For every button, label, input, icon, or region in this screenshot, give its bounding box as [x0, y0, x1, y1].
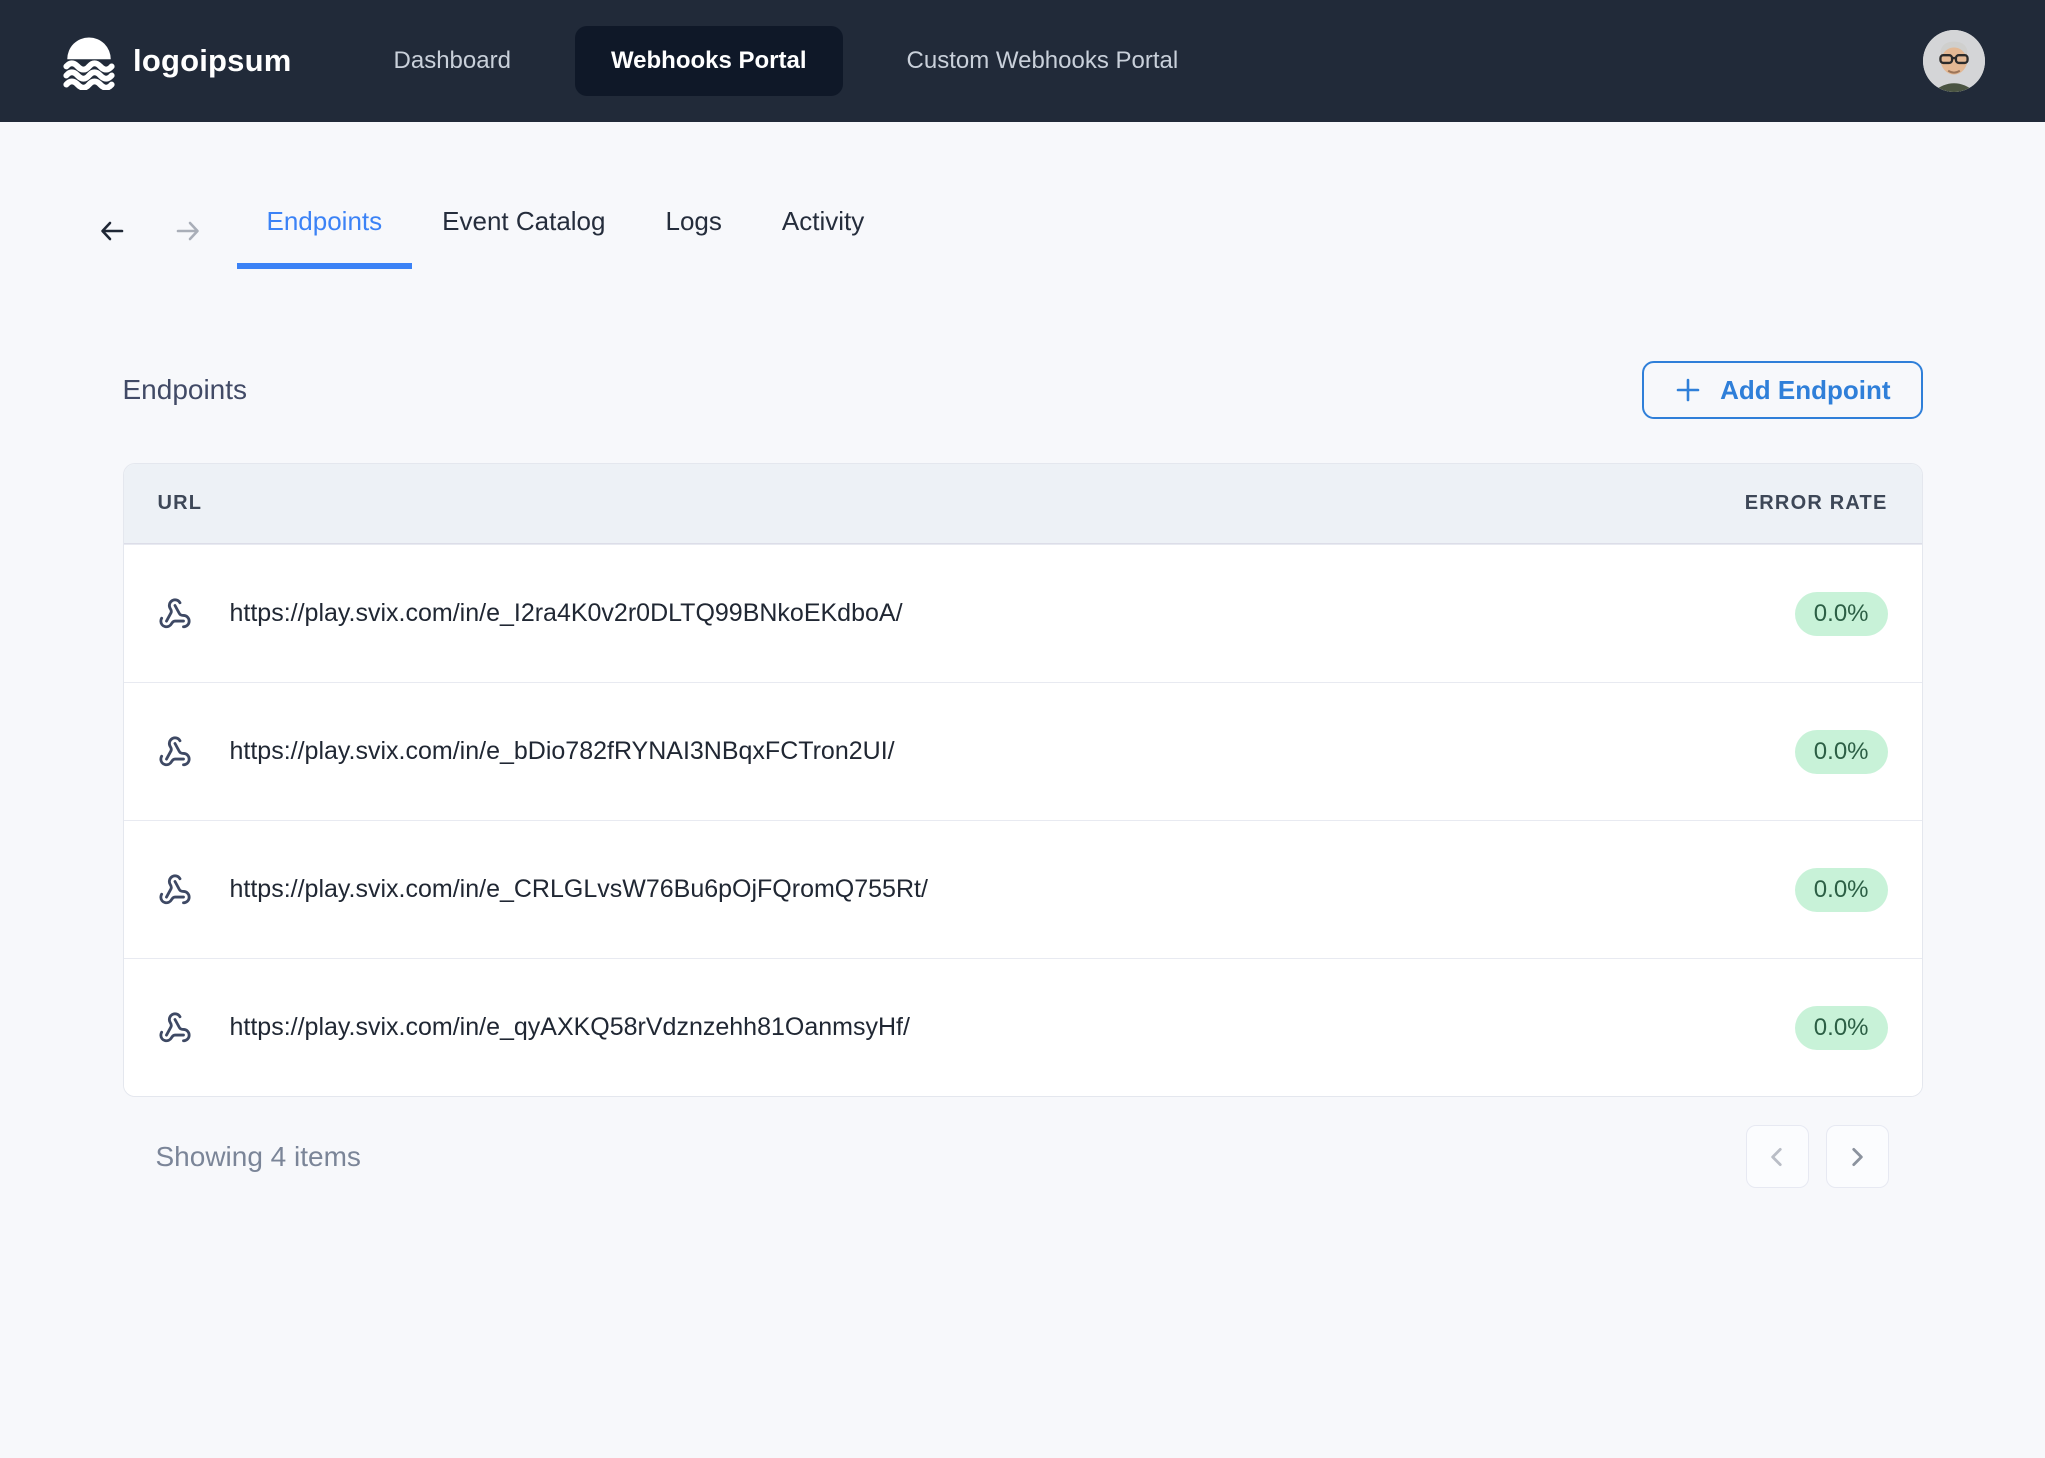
- items-count-summary: Showing 4 items: [156, 1141, 361, 1173]
- webhook-icon: [158, 735, 192, 769]
- endpoint-row[interactable]: https://play.svix.com/in/e_CRLGLvsW76Bu6…: [124, 820, 1922, 958]
- chevron-right-icon: [1844, 1144, 1870, 1170]
- column-header-url: URL: [158, 492, 203, 515]
- error-rate-badge: 0.0%: [1795, 730, 1888, 774]
- error-rate-badge: 0.0%: [1795, 1006, 1888, 1050]
- plus-icon: [1674, 376, 1702, 404]
- error-rate-badge: 0.0%: [1795, 868, 1888, 912]
- history-forward-button[interactable]: [173, 216, 203, 246]
- add-endpoint-button[interactable]: Add Endpoint: [1642, 361, 1922, 419]
- webhooks-portal-screen: logoipsum Dashboard Webhooks Portal Cust…: [0, 0, 2045, 1458]
- nav-item-dashboard[interactable]: Dashboard: [394, 47, 511, 75]
- arrow-left-icon: [97, 216, 127, 246]
- webhook-icon: [158, 873, 192, 907]
- main-content: Endpoints Event Catalog Logs Activity En…: [123, 192, 1923, 1188]
- endpoint-url: https://play.svix.com/in/e_CRLGLvsW76Bu6…: [230, 875, 928, 904]
- endpoint-row[interactable]: https://play.svix.com/in/e_bDio782fRYNAI…: [124, 682, 1922, 820]
- tab-endpoints[interactable]: Endpoints: [237, 192, 413, 269]
- tab-logs[interactable]: Logs: [635, 192, 751, 269]
- previous-page-button[interactable]: [1746, 1125, 1809, 1188]
- list-footer: Showing 4 items: [123, 1125, 1923, 1188]
- column-header-error-rate: ERROR RATE: [1745, 492, 1888, 515]
- webhook-icon: [158, 597, 192, 631]
- top-navbar: logoipsum Dashboard Webhooks Portal Cust…: [0, 0, 2045, 122]
- nav-item-webhooks-portal[interactable]: Webhooks Portal: [575, 26, 843, 96]
- arrow-right-icon: [173, 216, 203, 246]
- page-title: Endpoints: [123, 374, 248, 406]
- logo-text: logoipsum: [133, 43, 292, 79]
- navbar-menu: Dashboard Webhooks Portal Custom Webhook…: [394, 26, 1179, 96]
- avatar-image: [1923, 30, 1985, 92]
- history-back-button[interactable]: [97, 216, 127, 246]
- logoipsum-wave-logo-icon: [60, 32, 118, 90]
- section-header: Endpoints Add Endpoint: [123, 361, 1923, 419]
- nav-item-custom-webhooks-portal[interactable]: Custom Webhooks Portal: [907, 47, 1179, 75]
- tab-event-catalog[interactable]: Event Catalog: [412, 192, 635, 269]
- endpoint-url: https://play.svix.com/in/e_bDio782fRYNAI…: [230, 737, 895, 766]
- webhook-icon: [158, 1011, 192, 1045]
- next-page-button[interactable]: [1826, 1125, 1889, 1188]
- tab-activity[interactable]: Activity: [752, 192, 894, 269]
- portal-tabbar: Endpoints Event Catalog Logs Activity: [97, 192, 1923, 269]
- endpoint-row[interactable]: https://play.svix.com/in/e_qyAXKQ58rVdzn…: [124, 958, 1922, 1096]
- logo[interactable]: logoipsum: [60, 32, 292, 90]
- chevron-left-icon: [1764, 1144, 1790, 1170]
- endpoint-url: https://play.svix.com/in/e_I2ra4K0v2r0DL…: [230, 599, 903, 628]
- error-rate-badge: 0.0%: [1795, 592, 1888, 636]
- pagination: [1746, 1125, 1889, 1188]
- endpoint-url: https://play.svix.com/in/e_qyAXKQ58rVdzn…: [230, 1013, 910, 1042]
- add-endpoint-label: Add Endpoint: [1720, 375, 1890, 406]
- table-header-row: URL ERROR RATE: [124, 464, 1922, 544]
- user-avatar[interactable]: [1923, 30, 1985, 92]
- endpoint-row[interactable]: https://play.svix.com/in/e_I2ra4K0v2r0DL…: [124, 544, 1922, 682]
- endpoints-table: URL ERROR RATE https://play.svix.com/in/…: [123, 463, 1923, 1097]
